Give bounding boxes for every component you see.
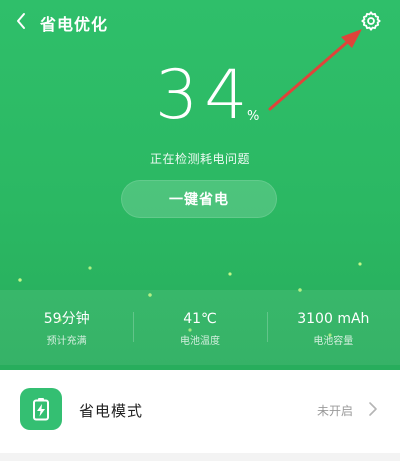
power-saving-mode-icon-tile xyxy=(20,388,62,430)
battery-header-panel: 省电优化 34 % 正在检测耗电问题 一键省电 59分钟 预计充满 41℃ 电池… xyxy=(0,0,400,370)
section-divider xyxy=(0,453,400,461)
top-bar: 省电优化 xyxy=(0,0,400,44)
power-saving-mode-status: 未开启 xyxy=(316,404,353,418)
chevron-left-icon xyxy=(17,13,25,29)
chevron-right-icon xyxy=(369,402,377,416)
scan-status-text: 正在检测耗电问题 xyxy=(149,152,250,166)
battery-level-unit: % xyxy=(247,109,260,124)
stat-time-to-full: 59分钟 预计充满 xyxy=(0,290,133,365)
battery-level-value: 34 xyxy=(155,56,254,135)
battery-level: 34 % xyxy=(0,56,400,136)
stat-value: 41℃ xyxy=(183,311,217,327)
battery-optimization-screen: 省电优化 34 % 正在检测耗电问题 一键省电 59分钟 预计充满 41℃ 电池… xyxy=(0,0,400,461)
stat-value: 59分钟 xyxy=(43,311,90,327)
gear-icon xyxy=(361,11,381,31)
battery-stats: 59分钟 预计充满 41℃ 电池温度 3100 mAh 电池容量 xyxy=(0,290,400,365)
power-saving-mode-label: 省电模式 xyxy=(79,402,144,420)
settings-button[interactable] xyxy=(358,8,384,34)
stat-label: 电池容量 xyxy=(313,336,354,347)
page-title: 省电优化 xyxy=(40,15,109,34)
settings-list: 省电模式 未开启 xyxy=(0,370,400,461)
stat-label: 电池温度 xyxy=(179,336,220,347)
one-tap-save-button[interactable]: 一键省电 xyxy=(121,180,277,218)
stat-value: 3100 mAh xyxy=(297,311,370,327)
back-button[interactable] xyxy=(6,6,36,36)
power-saving-mode-row[interactable]: 省电模式 未开启 xyxy=(0,380,400,438)
battery-charging-icon xyxy=(33,398,49,421)
stat-temperature: 41℃ 电池温度 xyxy=(133,290,266,365)
stat-label: 预计充满 xyxy=(46,336,87,347)
stat-capacity: 3100 mAh 电池容量 xyxy=(266,290,400,365)
